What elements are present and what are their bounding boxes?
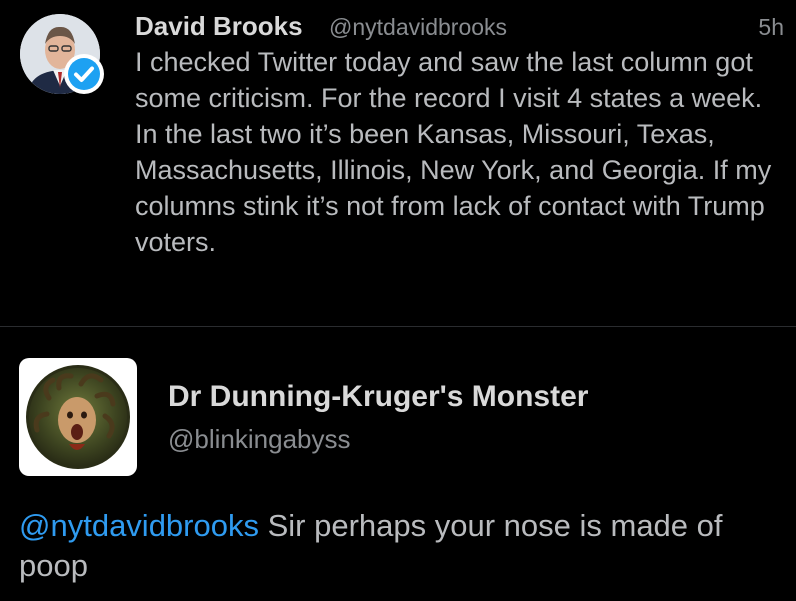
original-tweet[interactable]: David Brooks @nytdavidbrooks 5h I checke… [0, 0, 796, 326]
tweet-text: I checked Twitter today and saw the last… [135, 47, 772, 257]
tweet-timestamp: 5h [758, 14, 784, 40]
reply-author-handle[interactable]: @blinkingabyss [168, 424, 350, 455]
author-name[interactable]: David Brooks [135, 11, 303, 42]
reply-text: @nytdavidbrooks Sir perhaps your nose is… [19, 506, 789, 586]
reply-author-name[interactable]: Dr Dunning-Kruger's Monster [168, 380, 588, 414]
author-handle[interactable]: @nytdavidbrooks [329, 14, 507, 41]
reply-author-avatar[interactable] [19, 358, 137, 476]
verified-badge-icon [64, 54, 104, 94]
divider [0, 326, 796, 327]
mention-link[interactable]: @nytdavidbrooks [19, 508, 259, 543]
